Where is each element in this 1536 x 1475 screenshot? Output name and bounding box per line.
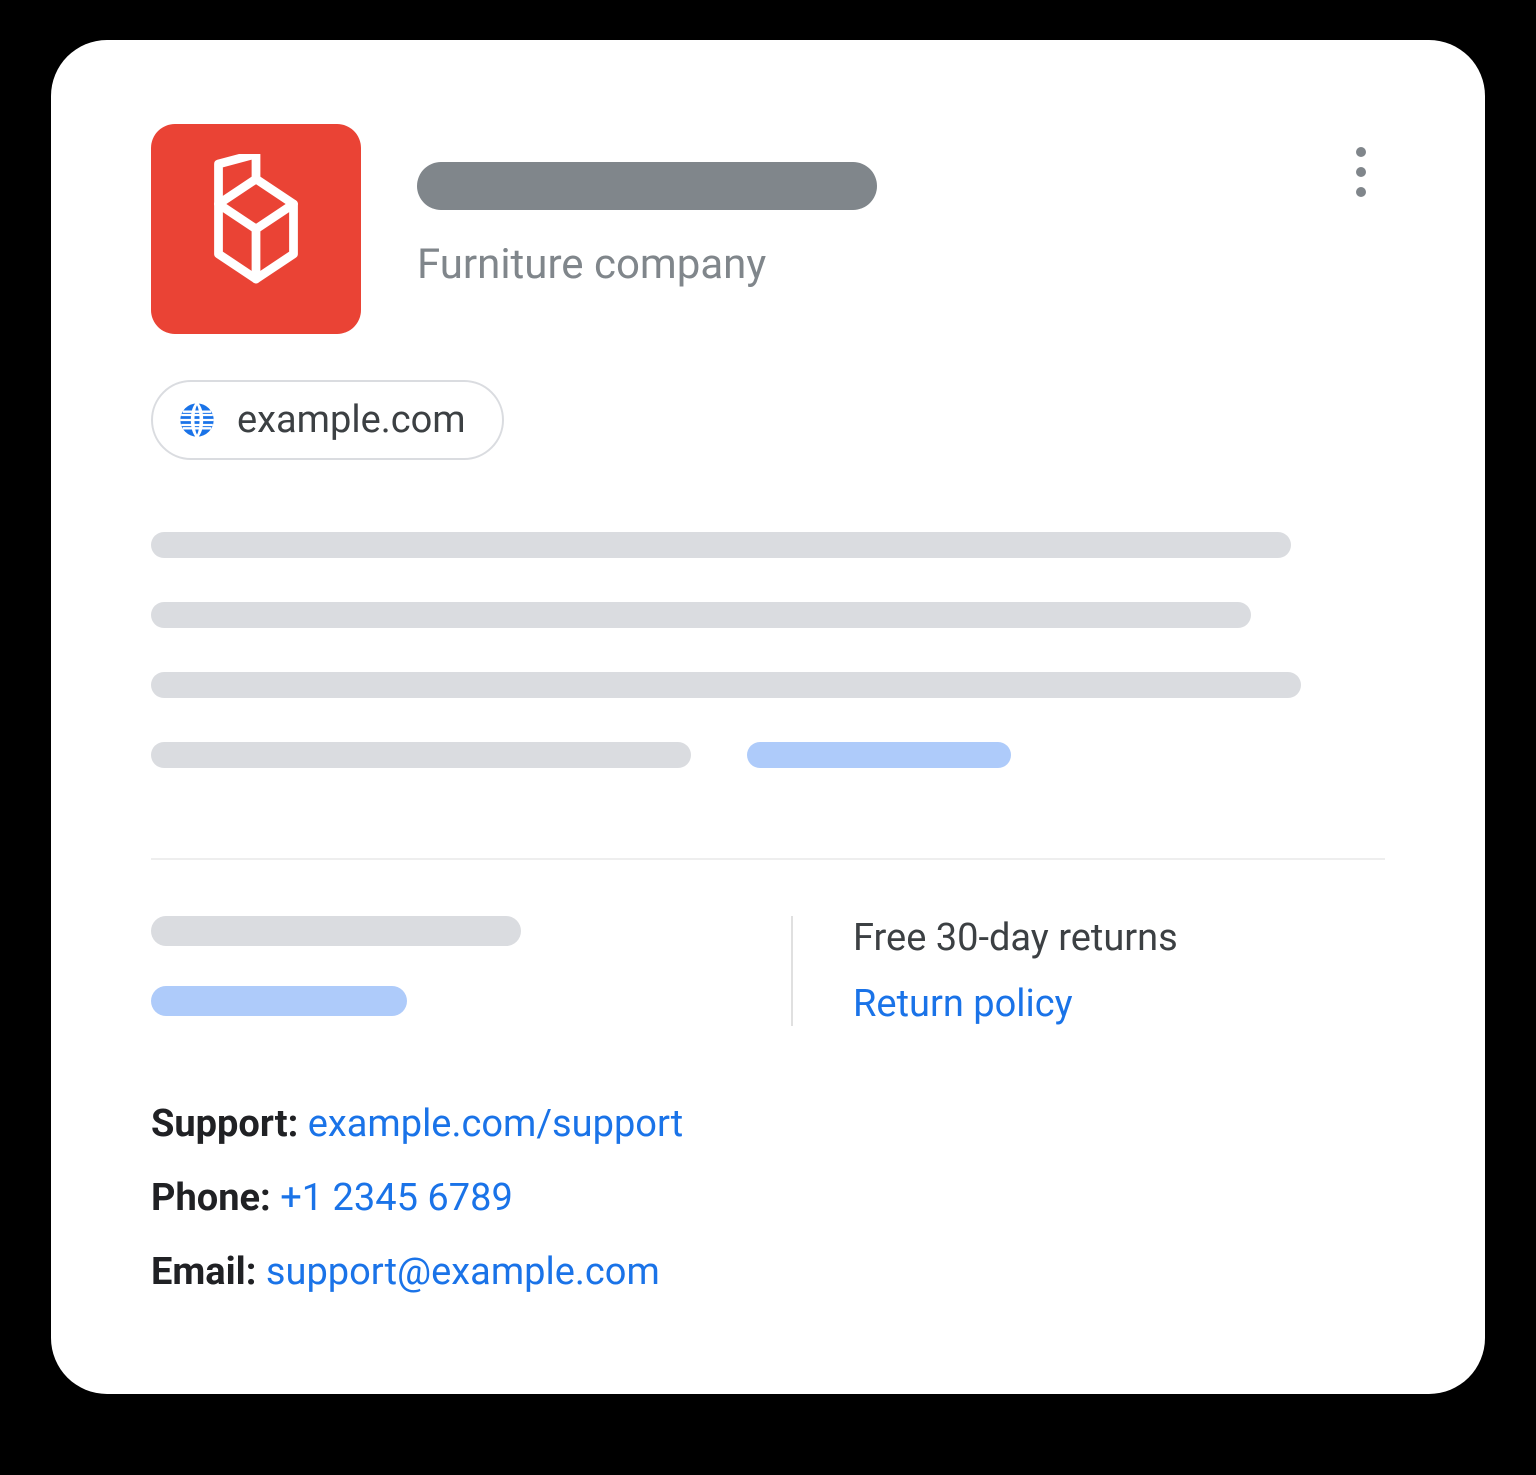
globe-icon — [177, 400, 217, 440]
link-placeholder[interactable] — [151, 986, 407, 1016]
company-logo — [151, 124, 361, 334]
text-placeholder — [151, 602, 1251, 628]
chair-icon — [191, 154, 321, 304]
contact-section: Support: example.com/support Phone: +1 2… — [151, 1102, 1385, 1294]
info-column-left — [151, 916, 791, 1026]
link-placeholder[interactable] — [747, 742, 1011, 768]
text-placeholder — [151, 672, 1301, 698]
phone-label: Phone: — [151, 1176, 280, 1220]
info-column-right: Free 30-day returns Return policy — [791, 916, 1178, 1026]
support-link[interactable]: example.com/support — [308, 1102, 683, 1146]
phone-row: Phone: +1 2345 6789 — [151, 1176, 1385, 1220]
knowledge-panel-card: Furniture company example.com — [51, 40, 1485, 1394]
description-placeholder-block — [151, 532, 1385, 812]
panel-header: Furniture company — [151, 124, 1385, 334]
returns-headline: Free 30-day returns — [853, 916, 1178, 960]
email-row: Email: support@example.com — [151, 1250, 1385, 1294]
email-link[interactable]: support@example.com — [266, 1250, 660, 1294]
info-columns: Free 30-day returns Return policy — [151, 916, 1385, 1026]
website-chip[interactable]: example.com — [151, 380, 504, 460]
text-placeholder — [151, 916, 521, 946]
section-divider — [151, 858, 1385, 860]
company-category: Furniture company — [417, 240, 1385, 289]
kebab-icon — [1356, 147, 1366, 197]
phone-link[interactable]: +1 2345 6789 — [280, 1176, 513, 1220]
support-label: Support: — [151, 1102, 308, 1146]
website-chip-label: example.com — [237, 398, 466, 442]
text-placeholder — [151, 532, 1291, 558]
text-placeholder — [151, 742, 691, 768]
email-label: Email: — [151, 1250, 266, 1294]
return-policy-link[interactable]: Return policy — [853, 982, 1178, 1026]
more-options-button[interactable] — [1337, 148, 1385, 196]
company-name-placeholder — [417, 162, 877, 210]
support-row: Support: example.com/support — [151, 1102, 1385, 1146]
